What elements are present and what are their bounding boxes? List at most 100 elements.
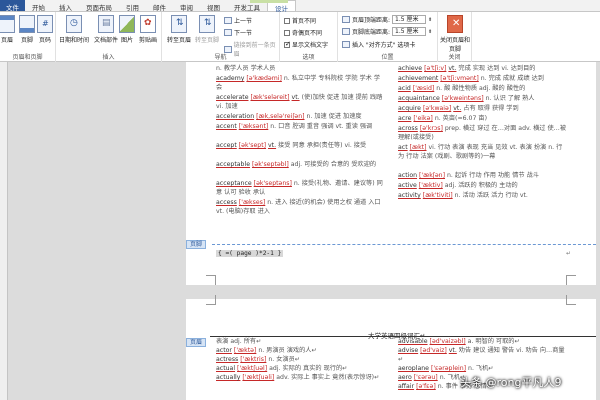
crop-mark [566, 275, 576, 285]
footer-distance-input[interactable]: 1.5 厘米 [392, 27, 427, 36]
insert-alignment-tab-button[interactable]: 插入 "对齐方式" 选项卡 [342, 40, 415, 49]
page-number-field[interactable]: { =( page )*2-1 } [216, 250, 284, 257]
headword: achieve [398, 65, 423, 72]
tab-mailings[interactable]: 邮件 [146, 0, 173, 12]
tab-insert[interactable]: 插入 [52, 0, 79, 12]
dictionary-entry: acre ['eikə] n. 英亩(=6.07 亩) [398, 114, 568, 123]
headword: affair [398, 383, 415, 390]
clip-art-icon [140, 15, 156, 33]
group-insert: 日期和时间 文档部件 图片 剪贴画 插入 [56, 12, 162, 62]
phonetic: ['eikə] [413, 115, 433, 122]
clock-icon [66, 15, 82, 33]
dictionary-entry: actress ['æktris] n. 女演员↵ [216, 355, 386, 364]
dictionary-entry: active ['æktiv] adj. 活跃的 积极的 主动的 [398, 181, 568, 190]
headword: action [398, 172, 418, 179]
spinner-icon[interactable]: ⬍ [428, 29, 432, 35]
group-label-close: 关闭 [448, 54, 461, 61]
headword: accent [216, 123, 237, 130]
header-distance-input[interactable]: 1.5 厘米 [392, 15, 427, 24]
phonetic: [æk'seləreit] [250, 94, 290, 101]
phonetic: [ə'kweintəns] [441, 95, 484, 102]
phonetic: [æk'tiviti] [422, 192, 453, 199]
next-section-button[interactable]: 下一节 [224, 28, 252, 37]
clip-art-button[interactable]: 剪贴画 [136, 15, 160, 44]
definition: a. 明智的 可取的↵ [467, 338, 520, 345]
page-number-button[interactable]: 页码 [32, 15, 58, 44]
headword: acceptance [216, 180, 252, 187]
phonetic: ['ækses] [238, 199, 266, 206]
headword: access [216, 199, 237, 206]
show-document-text-checkbox[interactable]: 显示文档文字 [284, 40, 328, 49]
goto-footer-button[interactable]: 转至页脚 [192, 15, 222, 44]
close-header-footer-button[interactable]: 关闭页眉和页脚 [438, 15, 472, 53]
dictionary-entry: actor ['æktə] n. 男演员 演戏的人↵ [216, 346, 386, 355]
ribbon-tabs: 文件 开始 插入 页面布局 引用 邮件 审阅 视图 开发工具 设计 [0, 0, 600, 13]
tab-page-layout[interactable]: 页面布局 [79, 0, 119, 12]
tab-file[interactable]: 文件 [0, 0, 25, 12]
definition: adj. 实际的 真实的 现行的↵ [269, 365, 348, 372]
previous-icon [224, 17, 232, 24]
part-of-speech: vt. [448, 65, 457, 72]
spinner-icon[interactable]: ⬍ [428, 17, 432, 23]
headword: across [398, 125, 418, 132]
goto-header-icon [171, 15, 187, 33]
header-title[interactable]: 大学英语四级词汇↵ [368, 330, 425, 340]
headword: acquaintance [398, 95, 440, 102]
dictionary-entry: action ['ækʃən] n. 起诉 行动 作用 功能 情节 战斗 [398, 171, 568, 180]
phonetic: [ə'tʃi:vmənt] [440, 75, 479, 82]
dictionary-entry: act [ækt] vi. 行动 表演 表现 充当 见效 vt. 表演 扮演 n… [398, 143, 568, 161]
goto-header-button[interactable]: 转至页眉 [164, 15, 194, 44]
dictionary-entry: actually ['æktʃuəli] adv. 实际上 事实上 竟然(表示惊… [216, 373, 386, 382]
tab-review[interactable]: 审阅 [173, 0, 200, 12]
definition: n. 教学人员 学术人员 [216, 65, 276, 72]
phonetic: [ə'krɔs] [419, 125, 443, 132]
header-separator [210, 336, 596, 337]
phonetic: [ək'sept] [238, 142, 267, 149]
definition: adv. 实际上 事实上 竟然(表示惊讶)↵ [276, 374, 380, 381]
headword: aero [398, 374, 412, 381]
dictionary-entry: acquire [ə'kwaiə] vt. 占有 取得 获得 学到 [398, 104, 568, 113]
phonetic: [ə'kwaiə] [422, 105, 452, 112]
definition: n. 加速 促进 加速度 [306, 113, 362, 120]
dictionary-entry: achievement [ə'tʃi:vmənt] n. 完成 成就 成绩 达到 [398, 74, 568, 83]
tab-view[interactable]: 视图 [200, 0, 227, 12]
previous-section-button[interactable]: 上一节 [224, 16, 252, 25]
phonetic: [ə'tʃi:v] [424, 65, 447, 72]
phonetic: ['æktiv] [418, 182, 443, 189]
definition: 表演 adj. 所有↵ [216, 338, 262, 345]
phonetic: [ə'kædəmi] [246, 75, 282, 82]
definition: adj. 活跃的 积极的 主动的 [444, 182, 518, 189]
phonetic: ['ækʃən] [419, 172, 446, 179]
ribbon: 页眉 页脚 页码 页眉和页脚 日期和时间 文档部件 图片 剪贴画 插入 [0, 12, 600, 62]
date-time-button[interactable]: 日期和时间 [58, 15, 90, 44]
phonetic: [ək'septəns] [253, 180, 292, 187]
phonetic: [æk,selə'reiʃən] [256, 113, 305, 120]
headword: actual [216, 365, 236, 372]
headword: aeroplane [398, 365, 429, 372]
headword: activity [398, 192, 421, 199]
dictionary-entry: acceptable [ək'septəbl] adj. 可接受的 合意的 受欢… [216, 160, 386, 169]
dictionary-entry: acquaintance [ə'kweintəns] n. 认识 了解 熟人 [398, 94, 568, 103]
group-close: 关闭页眉和页脚 关闭 [438, 12, 472, 62]
tab-home[interactable]: 开始 [25, 0, 52, 12]
group-header-footer: 页眉 页脚 页码 页眉和页脚 [0, 12, 56, 62]
headword: acid [398, 85, 411, 92]
definition: 完成 实现 达到 vi. 达到目的 [458, 65, 536, 72]
picture-button[interactable]: 图片 [116, 15, 138, 44]
dictionary-entry: aeroplane ['ɛərəplein] n. 飞机↵ [398, 364, 568, 373]
phonetic: ['ɛərəplein] [430, 365, 467, 372]
first-page-different-checkbox[interactable]: 首页不同 [284, 16, 316, 25]
document-parts-icon [98, 15, 114, 33]
group-label-insert: 插入 [102, 54, 115, 61]
definition: n. 男演员 演戏的人↵ [258, 347, 317, 354]
watermark: 头条 @rong平凡人9 [460, 376, 562, 389]
tab-references[interactable]: 引用 [119, 0, 146, 12]
part-of-speech: vt. [453, 105, 462, 112]
vertical-ruler[interactable] [0, 62, 8, 400]
definition: adj. 可接受的 合意的 受欢迎的 [290, 161, 377, 168]
phonetic: ['æktris] [240, 356, 267, 363]
odd-even-different-checkbox[interactable]: 奇偶页不同 [284, 28, 322, 37]
headword: acceleration [216, 113, 255, 120]
group-label-navigation: 导航 [214, 54, 227, 61]
definition: n. 活动 活跃 活力 行动 vt. [454, 192, 528, 199]
